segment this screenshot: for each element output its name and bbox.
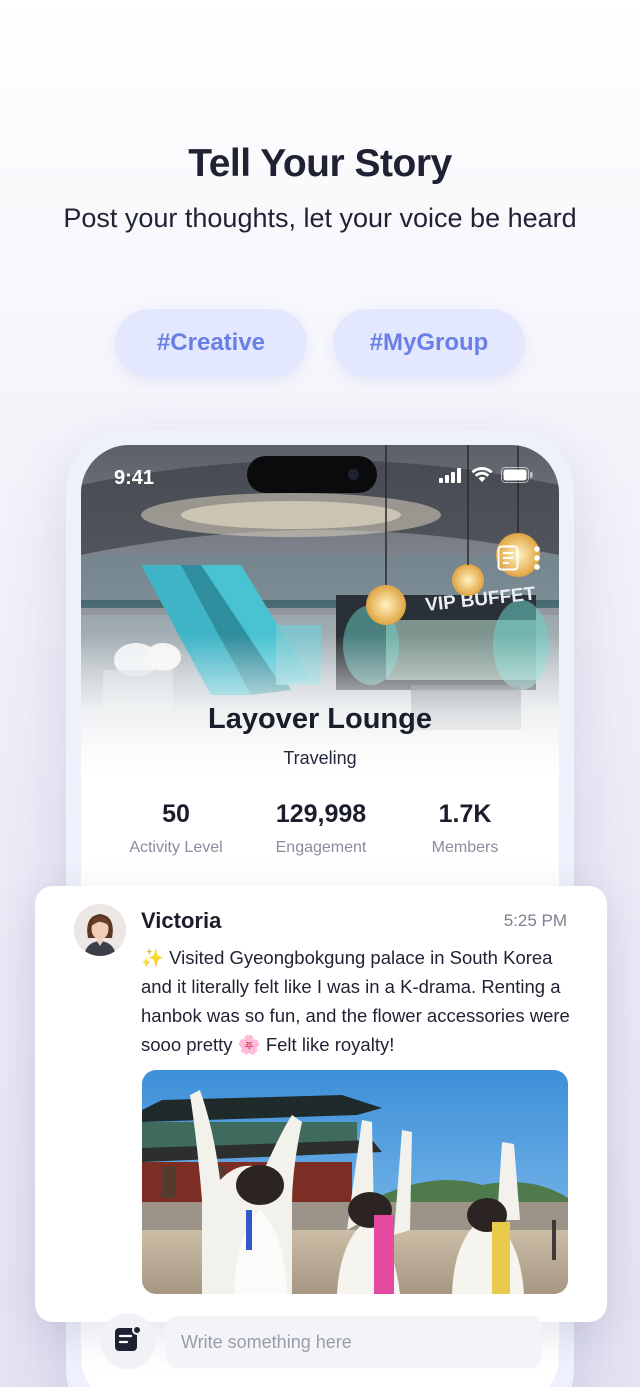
compose-button[interactable] [100, 1313, 156, 1369]
dynamic-island [247, 456, 377, 493]
group-category: Traveling [283, 748, 357, 768]
post-body: ✨ Visited Gyeongbokgung palace in South … [141, 947, 570, 1055]
group-hero-image: VIP BUFFET 9:41 Layover Lounge Traveling [81, 445, 559, 775]
page-subheadline: Post your thoughts, let your voice be he… [63, 203, 577, 233]
stat-value: 129,998 [275, 800, 367, 828]
post-timestamp: 5:25 PM [503, 911, 567, 930]
stat-label: Members [431, 839, 499, 856]
stat-label: Activity Level [129, 839, 223, 856]
stat-members: 1.7K Members [390, 800, 540, 857]
stat-activity-level: 50 Activity Level [101, 800, 251, 857]
more-vertical-icon[interactable] [533, 545, 541, 576]
stat-engagement: 129,998 Engagement [246, 800, 396, 857]
tag-mygroup[interactable]: #MyGroup [333, 309, 525, 377]
status-time: 9:41 [114, 467, 155, 489]
hero-actions [497, 545, 541, 576]
stat-value: 50 [162, 800, 190, 828]
tag-creative[interactable]: #Creative [115, 309, 307, 377]
status-icons [439, 467, 533, 488]
page-headline: Tell Your Story [188, 142, 452, 185]
stat-label: Engagement [275, 839, 367, 856]
post-card[interactable]: Victoria 5:25 PM ✨ Visited Gyeongbokgung… [35, 886, 607, 1322]
battery-icon [501, 467, 533, 488]
wifi-icon [471, 467, 493, 488]
comment-input[interactable] [166, 1316, 541, 1368]
group-title: Layover Lounge [208, 703, 432, 735]
post-photo[interactable] [142, 1070, 568, 1294]
post-author[interactable]: Victoria [141, 908, 221, 934]
compose-icon [114, 1324, 142, 1358]
signal-icon [439, 467, 463, 488]
avatar[interactable] [74, 904, 126, 956]
stat-value: 1.7K [438, 800, 492, 828]
note-icon[interactable] [497, 545, 519, 576]
